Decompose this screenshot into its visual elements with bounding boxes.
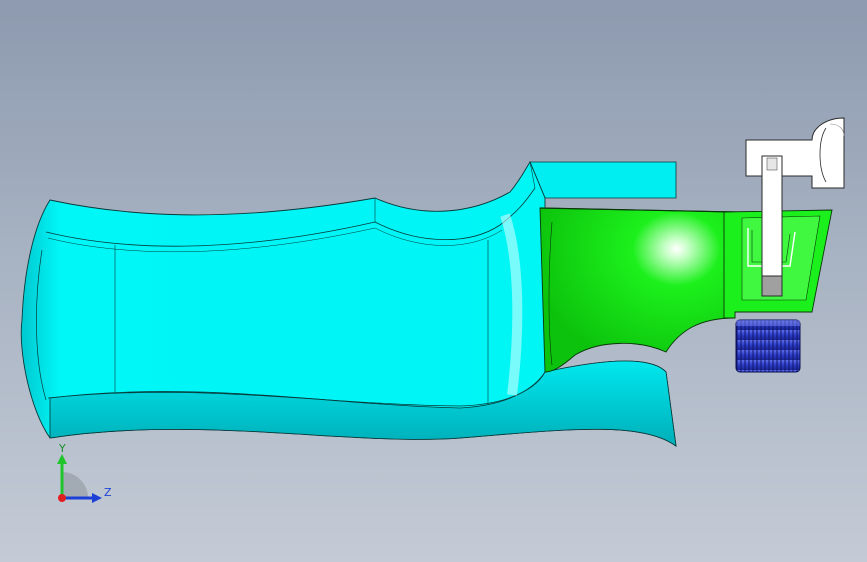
axis-triad: Y Z — [57, 442, 112, 503]
z-axis-label: Z — [104, 486, 112, 499]
model-view[interactable] — [0, 0, 867, 562]
adjustment-knob[interactable] — [735, 319, 801, 373]
z-axis-arrow-icon — [92, 493, 102, 503]
origin-dot — [58, 494, 66, 502]
y-axis-label: Y — [58, 442, 66, 455]
graphics-viewport[interactable]: Y Z — [0, 0, 867, 562]
y-axis-arrow-icon — [57, 454, 67, 464]
triad-plane — [62, 472, 88, 498]
